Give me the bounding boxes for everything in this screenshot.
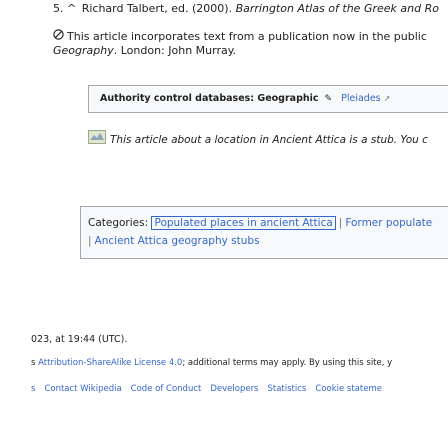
footer-link[interactable]: Cookie stateme	[315, 384, 382, 394]
pleiades-link[interactable]: Pleiades	[341, 93, 381, 104]
external-link-icon: ↗	[383, 94, 391, 103]
public-domain-source-title: Geography	[53, 44, 114, 57]
reference-title: Barrington Atlas of the Greek and Ro	[235, 2, 439, 15]
footer-link[interactable]: Developers	[210, 384, 258, 394]
authority-control-box: Authority control databases: Geographic …	[88, 85, 448, 113]
footer-links: s Contact Wikipedia Code of Conduct Develop…	[31, 384, 391, 394]
footer-link[interactable]: Statistics	[268, 384, 307, 394]
public-domain-notice: This article incorporates text from a pu…	[53, 29, 448, 58]
reference-backlink[interactable]: ^	[67, 2, 76, 15]
categories-label[interactable]: Categories:	[88, 217, 148, 229]
public-domain-source-rest: . London: John Murray.	[113, 44, 237, 57]
category-separator: |	[88, 235, 92, 247]
authority-control-label: Authority control databases: Geographic	[100, 93, 319, 104]
public-domain-icon	[53, 29, 64, 44]
category-link[interactable]: Populated places in ancient Attica	[151, 216, 336, 230]
footer-link[interactable]: Code of Conduct	[131, 384, 202, 394]
reference-item: 5. ^ Richard Talbert, ed. (2000). Barrin…	[53, 2, 439, 15]
footer-link[interactable]: s	[31, 384, 35, 394]
reference-text: Richard Talbert, ed. (2000).	[78, 2, 236, 15]
public-domain-text: This article incorporates text from a pu…	[67, 30, 427, 43]
footer-link[interactable]: Contact Wikipedia	[44, 384, 121, 394]
category-link[interactable]: Former populate	[345, 217, 432, 229]
stub-notice: This article about a location in Ancient…	[88, 130, 428, 150]
license-text: s Attribution-ShareAlike License 4.0; ad…	[31, 358, 392, 368]
stub-text: This article about a location in Ancient…	[110, 134, 428, 146]
category-box: Categories: Populated places in ancient …	[80, 206, 448, 259]
last-edited-text: 023, at 19:44 (UTC).	[31, 334, 128, 345]
license-link[interactable]: Attribution-ShareAlike License 4.0	[38, 358, 182, 368]
map-stub-icon	[88, 130, 106, 150]
edit-pencil-icon[interactable]: ✎	[325, 94, 333, 104]
reference-number: 5.	[53, 2, 64, 15]
category-separator: |	[338, 217, 343, 229]
license-rest: ; additional terms may apply. By using t…	[182, 358, 393, 368]
category-link[interactable]: Ancient Attica geography stubs	[95, 235, 260, 247]
